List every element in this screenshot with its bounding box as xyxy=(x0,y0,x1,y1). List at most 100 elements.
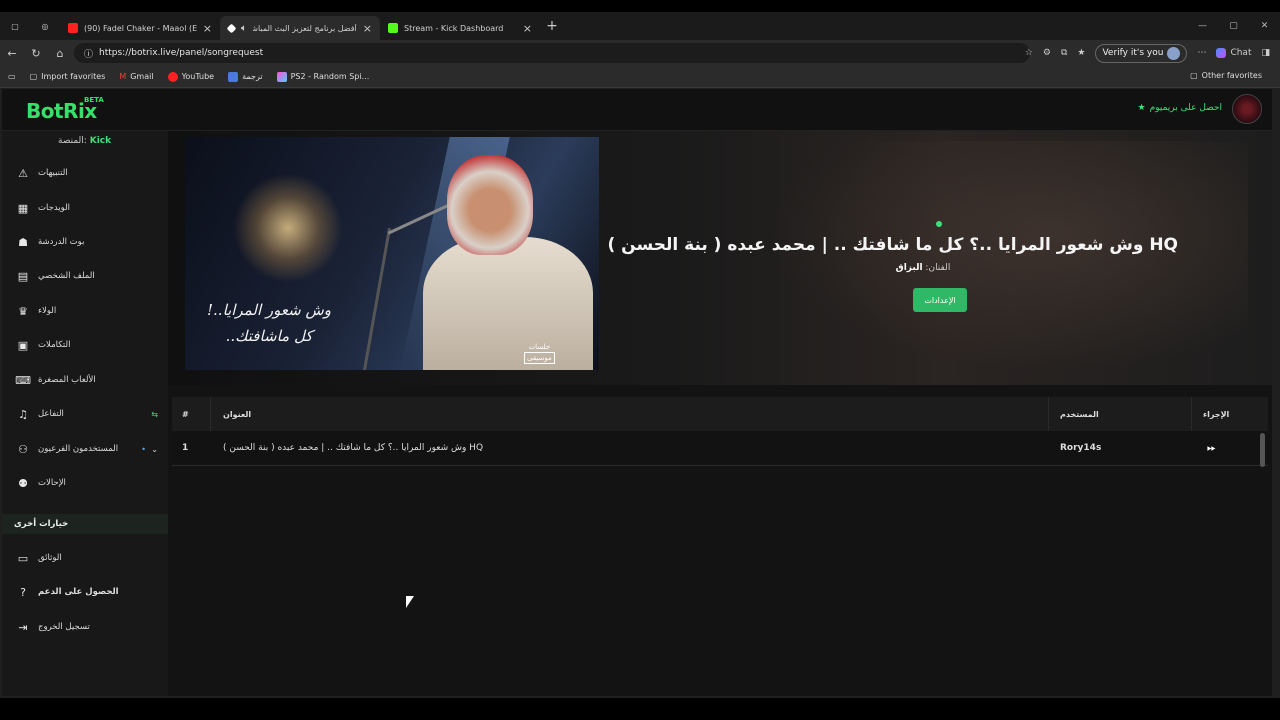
table-row[interactable]: 1 HQ وش شعور المرايا ..؟ كل ما شافتك .. … xyxy=(172,431,1268,466)
bookmark-label: YouTube xyxy=(181,72,215,81)
row-user: Rory14s xyxy=(1060,443,1102,453)
sidebar-item-label: الويدجات xyxy=(38,203,71,213)
sidebar-item-interaction[interactable]: ♫ التفاعل ⇆ xyxy=(16,404,162,424)
now-playing-title: HQ وش شعور المرايا ..؟ كل ما شافتك .. | … xyxy=(607,235,1178,255)
address-bar-row: ← ↻ ⌂ ⓘ https://botrix.live/panel/songre… xyxy=(0,40,1280,66)
tab-botrix[interactable]: 🔈︎ أفضل برنامج لتعزيز البث المباشر × xyxy=(220,16,380,40)
sidebar-item-label: التنبيهات xyxy=(38,168,68,178)
premium-label: احصل على بريميوم xyxy=(1149,103,1222,113)
row-number: 1 xyxy=(182,443,189,453)
row-title: HQ وش شعور المرايا ..؟ كل ما شافتك .. | … xyxy=(223,443,484,453)
platform-value: Kick xyxy=(89,136,112,146)
other-favorites[interactable]: ▢ Other favorites xyxy=(1190,71,1262,80)
bookmark-import[interactable]: ▢ Import favorites xyxy=(30,72,106,81)
more-icon[interactable]: ⋯ xyxy=(1197,48,1206,58)
tab-title: (90) Fadel Chaker - Maaol (Exclus xyxy=(84,23,197,33)
sidebar-item-profile[interactable]: ▤ الملف الشخصي xyxy=(16,266,162,286)
thumbnail-line: كل ماشافتك.. xyxy=(225,327,313,345)
chandelier xyxy=(233,173,343,283)
now-playing-hero: وش شعور المرايا..! كل ماشافتك.. جلسات مو… xyxy=(168,131,1272,385)
badge-icon: • xyxy=(141,444,146,454)
copilot-icon xyxy=(1216,48,1227,58)
star-icon[interactable]: ☆ xyxy=(1025,48,1033,58)
maximize-icon[interactable]: ▢ xyxy=(1218,21,1249,31)
document-icon: ▭ xyxy=(17,551,29,565)
bookmarks-bar: ▭ ▢ Import favorites M Gmail YouTube ترجمة… xyxy=(0,66,1280,88)
column-divider xyxy=(1048,397,1049,431)
translate-icon xyxy=(228,71,239,82)
sidebar-item-support[interactable]: ? الحصول على الدعم xyxy=(16,582,162,602)
verify-label: Verify it's you xyxy=(1102,48,1164,58)
table-scrollbar[interactable] xyxy=(1260,433,1265,467)
table-header: # العنوان المستخدم الإجراء xyxy=(172,397,1268,431)
sidebar-item-subusers[interactable]: ⚇ المستخدمون الفرعيون • ⌄ xyxy=(16,439,162,459)
sidebar-item-minigames[interactable]: ⌨ الألعاب المصغرة xyxy=(15,370,162,390)
url-text: https://botrix.live/panel/songrequest xyxy=(99,48,264,58)
close-tab-icon[interactable]: × xyxy=(523,22,532,35)
workspaces-icon[interactable]: ▢ xyxy=(0,12,30,40)
back-icon[interactable]: ← xyxy=(0,47,24,60)
botrix-favicon-icon xyxy=(226,23,237,33)
sidebar: المنصة: Kick ⚠ التنبيهات ▦ الويدجات ☗ بو… xyxy=(2,131,168,696)
url-field[interactable]: ⓘ https://botrix.live/panel/songrequest xyxy=(74,43,1030,63)
sidebar-item-label: الحصول على الدعم xyxy=(38,587,119,597)
close-window-icon[interactable]: ✕ xyxy=(1249,21,1280,31)
get-premium-link[interactable]: احصل على بريميوم ★ xyxy=(1138,103,1222,113)
artist-label: الفنان: xyxy=(925,263,951,273)
botrix-page: BotRix BETA احصل على بريميوم ★ المنصة: K… xyxy=(2,89,1272,696)
artist-line: الفنان: البزاق xyxy=(868,263,978,273)
help-icon: ? xyxy=(20,585,26,599)
sidebar-item-logout[interactable]: ⇥ تسجيل الخروج xyxy=(16,617,162,637)
sidebar-item-alerts[interactable]: ⚠ التنبيهات xyxy=(16,163,162,183)
site-info-icon[interactable]: ⓘ xyxy=(84,47,93,60)
settings-button[interactable]: الإعدادات xyxy=(913,288,967,312)
user-avatar[interactable] xyxy=(1232,94,1262,124)
home-icon[interactable]: ⌂ xyxy=(48,47,72,60)
sidebar-item-widgets[interactable]: ▦ الويدجات xyxy=(16,198,162,218)
thumbnail-tag: جلسات موسيقى xyxy=(524,342,555,364)
platform-label: المنصة: xyxy=(58,136,87,146)
sidebar-item-integrations[interactable]: ▣ التكاملات xyxy=(16,335,162,355)
reading-list-icon[interactable]: ▭ xyxy=(8,72,16,81)
song-request-panel: وش شعور المرايا..! كل ماشافتك.. جلسات مو… xyxy=(168,131,1272,696)
copilot-chat-button[interactable]: Chat xyxy=(1216,48,1251,58)
singer-head xyxy=(447,155,533,255)
gmail-icon: M xyxy=(119,72,127,81)
bookmark-ps2[interactable]: PS2 - Random Spi... xyxy=(276,71,369,82)
thumbnail-line: وش شعور المرايا..! xyxy=(207,301,332,319)
favorites-icon[interactable]: ★ xyxy=(1077,48,1085,58)
browser-toolbar: ☆ ⚙ ⧉ ★ Verify it's you ⋯ Chat ◨ xyxy=(1025,40,1280,66)
close-tab-icon[interactable]: × xyxy=(203,22,212,35)
sidebar-item-loyalty[interactable]: ♛ الولاء xyxy=(16,301,162,321)
extensions-icon[interactable]: ⚙ xyxy=(1043,48,1051,58)
bookmark-gmail[interactable]: M Gmail xyxy=(119,72,153,81)
column-divider xyxy=(210,397,211,431)
refresh-icon[interactable]: ↻ xyxy=(24,47,48,60)
column-header-user: المستخدم xyxy=(1060,409,1099,419)
tab-youtube[interactable]: (90) Fadel Chaker - Maaol (Exclus × xyxy=(60,16,220,40)
sidebar-item-docs[interactable]: ▭ الوثائق xyxy=(16,548,162,568)
sidebar-item-referrals[interactable]: ⚉ الإحالات xyxy=(16,473,162,493)
chevron-down-icon[interactable]: ⌄ xyxy=(151,445,158,454)
youtube-icon xyxy=(68,23,78,33)
bookmark-translate[interactable]: ترجمة xyxy=(228,71,263,82)
minimize-icon[interactable]: — xyxy=(1187,21,1218,31)
gamepad-icon: ⌨ xyxy=(15,373,31,387)
new-tab-button[interactable]: + xyxy=(540,18,564,34)
bookmark-youtube[interactable]: YouTube xyxy=(167,71,215,82)
youtube-icon xyxy=(167,71,178,82)
split-icon[interactable]: ⧉ xyxy=(1061,48,1067,58)
tab-kick[interactable]: Stream - Kick Dashboard × xyxy=(380,16,540,40)
sound-icon[interactable]: 🔈︎ xyxy=(241,23,247,34)
browser-window: ▢ ◎ (90) Fadel Chaker - Maaol (Exclus × … xyxy=(0,12,1280,698)
verify-button[interactable]: Verify it's you xyxy=(1095,43,1188,63)
close-tab-icon[interactable]: × xyxy=(363,22,372,35)
tab-strip: ▢ ◎ (90) Fadel Chaker - Maaol (Exclus × … xyxy=(0,12,1280,40)
skip-icon[interactable]: ⏩︎ xyxy=(1207,441,1216,455)
sidebar-item-chatbot[interactable]: ☗ بوت الدردشة xyxy=(16,232,162,252)
globe-icon[interactable]: ◎ xyxy=(30,12,60,40)
column-header-number: # xyxy=(182,409,189,419)
sidebar-toggle-icon[interactable]: ◨ xyxy=(1261,48,1270,58)
song-queue-table: # العنوان المستخدم الإجراء 1 HQ وش شعور … xyxy=(172,397,1268,466)
sidebar-item-label: الإحالات xyxy=(38,478,66,488)
